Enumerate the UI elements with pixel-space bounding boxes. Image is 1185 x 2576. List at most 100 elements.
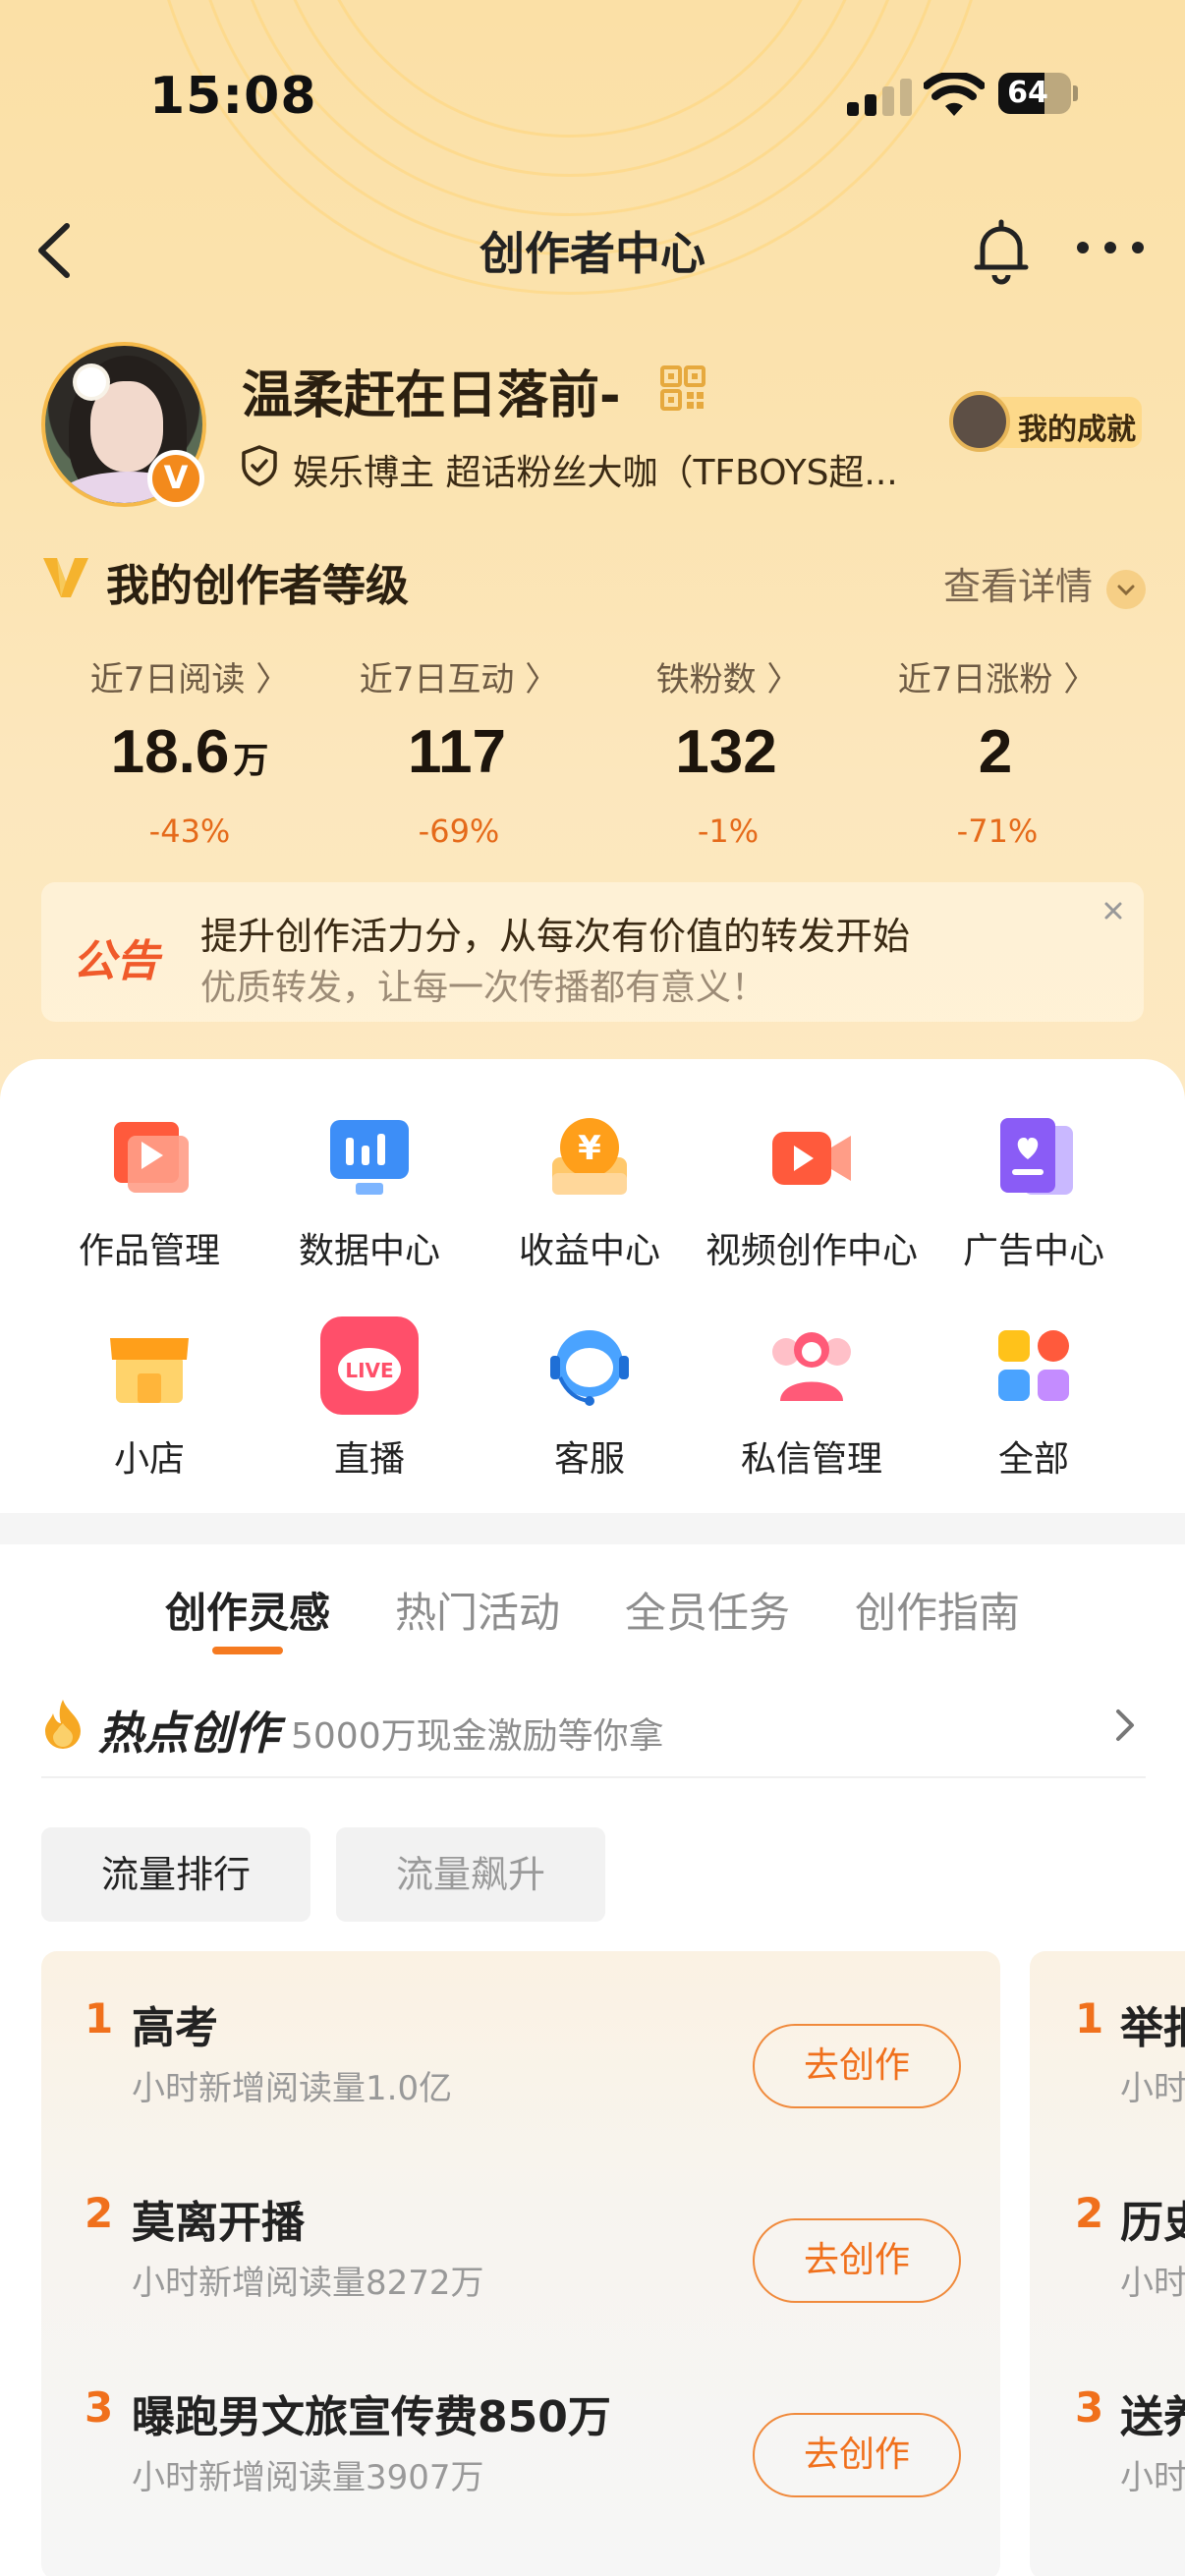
- rank-subtitle: 小时: [1120, 2069, 1185, 2108]
- stat-label: 近7日涨粉 〉: [897, 660, 1098, 700]
- ranking-item[interactable]: 1 高考小时新增阅读量1.0亿 去创作: [41, 1963, 1000, 2140]
- tool-label: 直播: [333, 1439, 405, 1480]
- rank-subtitle: 小时: [1120, 2458, 1185, 2497]
- chip-traffic-ranking[interactable]: 流量排行: [41, 1827, 310, 1922]
- tool-label: 客服: [553, 1439, 625, 1480]
- level-v-icon: [43, 558, 88, 597]
- ranking-item[interactable]: 2 莫离开播 小时新增阅读量8272万 去创作: [41, 2157, 1000, 2334]
- close-icon[interactable]: [1097, 894, 1130, 927]
- announcement-line2: 优质转发，让每一次传播都有意义！: [200, 968, 767, 1008]
- tool-item[interactable]: 视频创作中心: [694, 1108, 930, 1273]
- create-button[interactable]: 去创作: [753, 2024, 961, 2108]
- stat-item[interactable]: 近7日阅读 〉 18.6 万 -43%: [55, 652, 324, 850]
- active-tab-indicator: [212, 1647, 283, 1654]
- hot-creation-title: 热点创作: [98, 1707, 279, 1760]
- stat-change: -69%: [418, 812, 500, 850]
- create-button[interactable]: 去创作: [753, 2413, 961, 2497]
- tab-inspiration[interactable]: 创作灵感: [165, 1580, 330, 1640]
- stat-value: 2: [978, 718, 1013, 786]
- rank-title: 莫离开播: [132, 2198, 305, 2248]
- stat-label: 近7日阅读 〉: [89, 660, 290, 700]
- section-divider: [0, 1513, 1185, 1544]
- works-icon: [100, 1108, 198, 1206]
- tab-hot-events[interactable]: 热门活动: [395, 1580, 560, 1640]
- stat-value: 18.6 万: [110, 718, 269, 786]
- stat-label: 近7日互动 〉: [359, 660, 559, 700]
- stat-item[interactable]: 铁粉数 〉 132 -1%: [593, 652, 863, 850]
- achievement-label: 我的成就: [1018, 413, 1136, 447]
- rank-number: 2: [1075, 2189, 1104, 2237]
- income-icon: ¥: [540, 1108, 639, 1206]
- ranking-item[interactable]: 3 送养小时: [1030, 2352, 1185, 2529]
- chip-traffic-surge[interactable]: 流量飙升: [336, 1827, 605, 1922]
- tool-item[interactable]: 小店: [31, 1316, 267, 1482]
- tool-label: 视频创作中心: [705, 1231, 918, 1271]
- live-icon: LIVE: [320, 1316, 419, 1415]
- rank-title: 送养: [1120, 2392, 1185, 2442]
- stat-item[interactable]: 近7日互动 〉 117 -69%: [324, 652, 593, 850]
- message-icon: [762, 1316, 861, 1415]
- tool-label: 数据中心: [298, 1231, 440, 1271]
- view-details-label: 查看详情: [942, 565, 1093, 608]
- tool-label: 小店: [113, 1439, 185, 1480]
- rank-title: 高考: [132, 2003, 218, 2053]
- video-icon: [762, 1108, 861, 1206]
- ranking-card: 1 高考 小时新增阅读量1.0亿 去创作 2 莫离开播 小时新增阅读量8272万 去创作 3 曝跑…: [41, 1951, 1000, 2576]
- tool-label: 作品管理: [78, 1231, 220, 1271]
- all-icon: [985, 1316, 1083, 1415]
- rank-number: 1: [1075, 1994, 1104, 2043]
- chevron-right-icon: [1116, 1709, 1134, 1741]
- tab-all-tasks[interactable]: 全员任务: [625, 1580, 790, 1640]
- tab-guide[interactable]: 创作指南: [855, 1580, 1020, 1640]
- svg-text:¥: ¥: [578, 1129, 601, 1168]
- tool-label: 私信管理: [740, 1439, 882, 1480]
- tool-item[interactable]: ¥ 收益中心: [472, 1108, 707, 1273]
- ad-icon: [985, 1108, 1083, 1206]
- rank-subtitle: 小时新增阅读量3907万: [132, 2458, 484, 2497]
- username[interactable]: 温柔赶在日落前-: [242, 354, 621, 427]
- tool-item[interactable]: 客服: [472, 1316, 707, 1482]
- wifi-icon: [924, 73, 985, 116]
- status-time: 15:08: [149, 67, 317, 126]
- tool-item[interactable]: 数据中心: [252, 1108, 487, 1273]
- ranking-item[interactable]: 1 举报小时: [1030, 1963, 1185, 2140]
- rank-number: 3: [85, 2383, 114, 2432]
- signal-icon: [847, 79, 912, 116]
- view-details-link[interactable]: 查看详情: [943, 556, 1146, 610]
- hot-creation-row[interactable]: 热点创作 5000万现金激励等你拿: [41, 1698, 1146, 1778]
- stat-unit: 万: [233, 740, 269, 780]
- service-icon: [540, 1316, 639, 1415]
- qr-code-icon[interactable]: [660, 365, 705, 411]
- ranking-item[interactable]: 3 曝跑男文旅宣传费850万 小时新增阅读量3907万 去创作: [41, 2352, 1000, 2529]
- shop-icon: [100, 1316, 198, 1415]
- tool-item[interactable]: 广告中心: [916, 1108, 1152, 1273]
- tool-item[interactable]: 作品管理: [31, 1108, 267, 1273]
- bell-icon[interactable]: [969, 216, 1034, 285]
- announcement-banner[interactable]: 公告 提升创作活力分，从每次有价值的转发开始 优质转发，让每一次传播都有意义！: [41, 882, 1144, 1022]
- rank-subtitle: 小时新增阅读量1.0亿: [132, 2069, 453, 2108]
- tools-grid: 作品管理 数据中心 ¥ 收益中心 视频创作中心 广告中心小店 LIVE 直播 客服 私信管理 全部: [0, 1059, 1185, 1511]
- stat-item[interactable]: 近7日涨粉 〉 2 -71%: [863, 652, 1132, 850]
- rank-number: 3: [1075, 2383, 1104, 2432]
- shield-icon: [242, 445, 277, 486]
- tool-item[interactable]: 全部: [916, 1316, 1152, 1482]
- stat-label: 铁粉数 〉: [655, 660, 801, 700]
- more-icon[interactable]: [1073, 236, 1148, 259]
- tool-item[interactable]: 私信管理: [694, 1316, 930, 1482]
- stat-change: -1%: [697, 812, 760, 850]
- verified-badge: V: [147, 450, 204, 507]
- stat-change: -43%: [148, 812, 231, 850]
- announcement-line1: 提升创作活力分，从每次有价值的转发开始: [200, 915, 911, 958]
- level-title: 我的创作者等级: [106, 561, 409, 611]
- rank-number: 1: [85, 1994, 114, 2043]
- rank-number: 2: [85, 2189, 114, 2237]
- ranking-item[interactable]: 2 历史小时: [1030, 2157, 1185, 2334]
- creator-level-row: 我的创作者等级 查看详情: [41, 548, 1146, 611]
- nav-bar: 创作者中心: [0, 196, 1185, 305]
- tool-item[interactable]: LIVE 直播: [252, 1316, 487, 1482]
- stat-value: 117: [407, 718, 507, 786]
- user-tags[interactable]: 娱乐博主 超话粉丝大咖（TFBOYS超...: [293, 444, 941, 495]
- achievement-button[interactable]: 我的成就: [949, 391, 1142, 452]
- create-button[interactable]: 去创作: [753, 2218, 961, 2303]
- data-icon: [320, 1108, 419, 1206]
